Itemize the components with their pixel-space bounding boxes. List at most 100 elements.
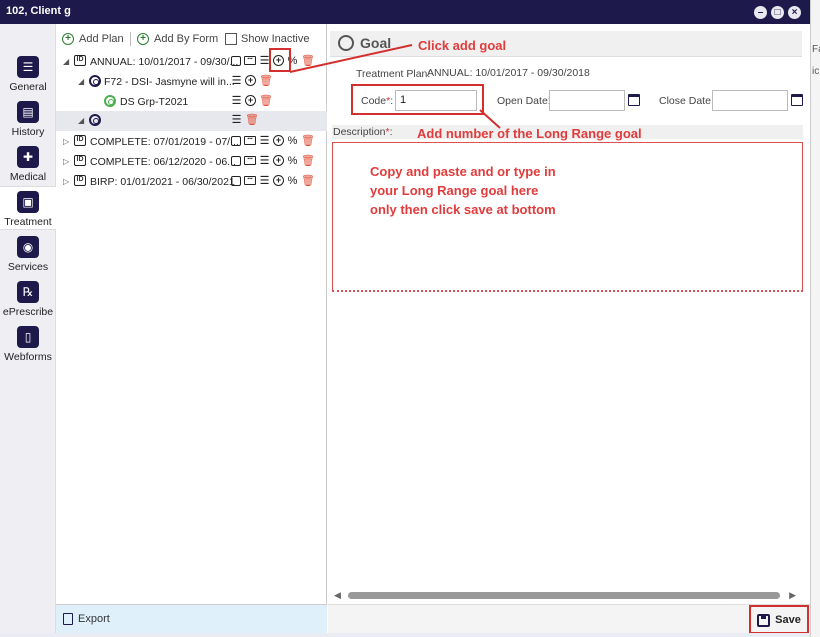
add-icon[interactable]: + [245,75,256,86]
maximize-icon[interactable]: □ [771,6,784,19]
collapse-icon[interactable]: ◢ [78,77,84,86]
keyboard-icon[interactable]: ▪▪▪ [244,156,256,165]
annotation-copy-paste-1: Copy and paste and or type in [370,164,556,179]
trash-icon[interactable]: 🗑 [259,74,273,87]
checklist-icon[interactable]: ☰ [259,174,270,187]
plan-icon: ID [74,155,86,166]
row-actions: ☰ + 🗑 [231,74,273,87]
treatment-icon: ▣ [17,191,39,213]
goal-title: Goal [360,35,392,51]
goal-form-panel: Goal Treatment Plan: ANNUAL: 10/01/2017 … [328,24,810,634]
plus-circle-icon: + [137,33,149,45]
close-icon[interactable]: × [788,6,801,19]
row-actions: ▪▪▪ ☰ + % 🗑 [231,174,315,187]
checklist-icon[interactable]: ☰ [259,134,270,147]
add-goal-icon[interactable]: + [273,175,284,186]
toolbar-divider [130,32,131,46]
plan-icon: ID [74,135,86,146]
nav-item-medical[interactable]: ✚ Medical [0,146,56,183]
nav-item-history[interactable]: ▤ History [0,101,56,138]
show-inactive-label: Show Inactive [241,33,310,45]
description-label: Description*: [333,126,393,138]
percent-icon[interactable]: % [287,155,298,167]
nav-item-eprescribe[interactable]: ℞ ePrescribe [0,281,56,318]
row-actions: ☰ + 🗑 [231,94,273,107]
keyboard-icon[interactable]: ▪▪▪ [244,56,256,65]
nav-label: Services [7,261,49,273]
expand-icon[interactable]: ▷ [63,137,69,146]
tree-row-objective[interactable]: DS Grp-T2021 ☰ + 🗑 [56,92,327,112]
expand-icon[interactable]: ▷ [63,157,69,166]
clipboard-icon: ▤ [17,101,39,123]
collapse-icon[interactable]: ◢ [63,57,69,66]
window-titlebar: 102, Client g – □ × [0,0,810,24]
show-inactive-checkbox[interactable]: Show Inactive [225,30,309,48]
add-by-form-button[interactable]: + Add By Form [137,30,218,48]
collapse-icon[interactable]: ◢ [78,116,84,125]
trash-icon[interactable]: 🗑 [259,94,273,107]
copy-icon[interactable] [231,175,241,186]
annotation-click-add-goal: Click add goal [418,38,507,53]
copy-icon[interactable] [231,55,241,66]
goal-header: Goal [330,31,802,57]
percent-icon[interactable]: % [287,135,298,147]
add-goal-highlight [269,48,291,72]
add-icon[interactable]: + [245,95,256,106]
calendar-icon[interactable] [628,94,640,106]
checklist-icon[interactable]: ☰ [231,113,242,126]
tree-row-new-goal[interactable]: ◢ ☰ 🗑 [56,111,327,131]
horizontal-scrollbar[interactable]: ◀ ▶ [332,590,800,600]
copy-icon[interactable] [231,155,241,166]
trash-icon[interactable]: 🗑 [245,113,259,126]
scroll-thumb[interactable] [348,592,780,599]
checklist-icon[interactable]: ☰ [231,94,242,107]
minimize-icon[interactable]: – [754,6,767,19]
scroll-left-icon[interactable]: ◀ [334,590,341,601]
background-window-strip: Fa ic [810,0,820,637]
tree-row-goal[interactable]: ◢ F72 - DSI- Jasmyne will in... ☰ + 🗑 [56,72,327,92]
keyboard-icon[interactable]: ▪▪▪ [244,176,256,185]
treatment-plan-label: Treatment Plan: [356,68,431,80]
add-goal-icon[interactable]: + [273,155,284,166]
annotation-copy-paste-3: only then click save at bottom [370,202,556,217]
form-footer: Save [328,604,810,634]
scroll-right-icon[interactable]: ▶ [789,590,796,601]
treatment-tree-panel: + Add Plan + Add By Form Show Inactive ◢… [56,24,327,633]
trash-icon[interactable]: 🗑 [301,54,315,67]
expand-icon[interactable]: ▷ [63,177,69,186]
tree-row-plan[interactable]: ▷ ID BIRP: 01/01/2021 - 06/30/2021 ▪▪▪ ☰… [56,172,327,192]
nav-label: Webforms [4,351,52,363]
background-text-fragment: Fa [812,44,820,55]
trash-icon[interactable]: 🗑 [301,134,315,147]
add-plan-button[interactable]: + Add Plan [62,30,124,48]
close-date-label: Close Date: [659,95,714,107]
calendar-icon[interactable] [791,94,803,106]
copy-icon[interactable] [231,135,241,146]
medical-cross-icon: ✚ [17,146,39,168]
tree-row-label: COMPLETE: 07/01/2019 - 07/... [90,136,239,148]
trash-icon[interactable]: 🗑 [301,154,315,167]
nav-item-webforms[interactable]: ▯ Webforms [0,326,56,363]
code-highlight [351,84,484,115]
close-date-input[interactable] [712,90,788,111]
services-icon: ◉ [17,236,39,258]
nav-item-services[interactable]: ◉ Services [0,236,56,273]
checklist-icon[interactable]: ☰ [231,74,242,87]
tree-row-label: ANNUAL: 10/01/2017 - 09/30/... [90,56,239,68]
add-plan-label: Add Plan [79,33,124,45]
nav-label: Medical [9,171,47,183]
checklist-icon[interactable]: ☰ [259,154,270,167]
keyboard-icon[interactable]: ▪▪▪ [244,136,256,145]
open-date-input[interactable] [549,90,625,111]
nav-item-treatment[interactable]: ▣ Treatment [0,186,56,230]
tree-row-plan[interactable]: ▷ ID COMPLETE: 06/12/2020 - 06... ▪▪▪ ☰ … [56,152,327,172]
add-goal-icon[interactable]: + [273,135,284,146]
export-button[interactable]: Export [78,613,110,625]
trash-icon[interactable]: 🗑 [301,174,315,187]
id-card-icon: ☰ [17,56,39,78]
nav-item-general[interactable]: ☰ General [0,56,56,93]
row-actions: ▪▪▪ ☰ + % 🗑 [231,134,315,147]
plan-icon: ID [74,175,86,186]
tree-row-plan[interactable]: ▷ ID COMPLETE: 07/01/2019 - 07/... ▪▪▪ ☰… [56,132,327,152]
percent-icon[interactable]: % [287,175,298,187]
